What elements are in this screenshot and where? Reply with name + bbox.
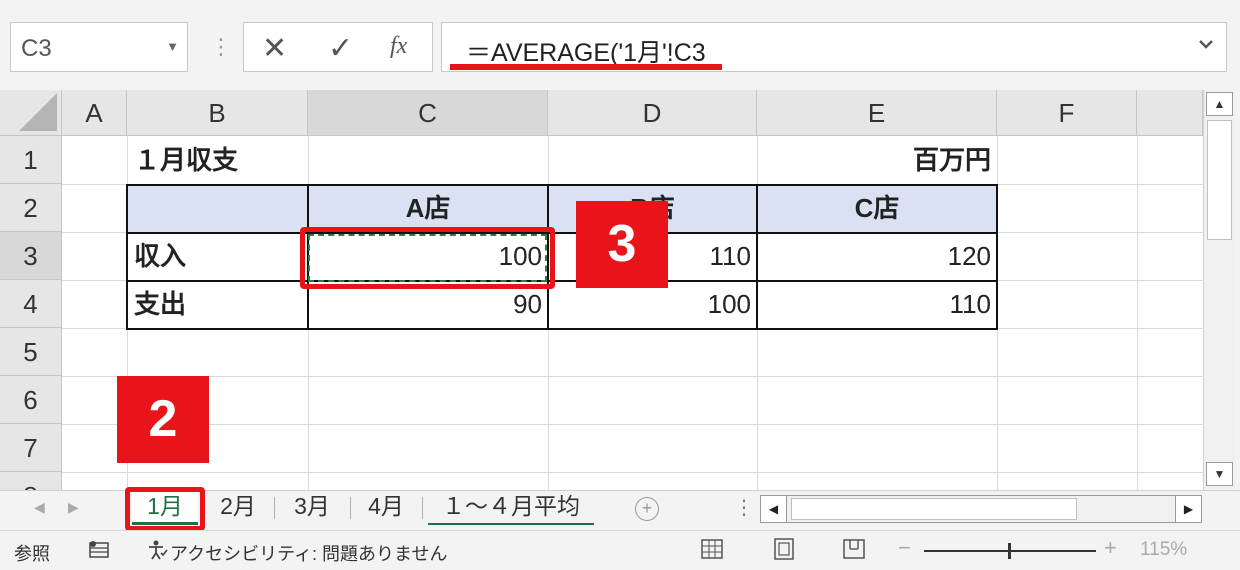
- step-2-badge: 2: [117, 376, 209, 463]
- tab-3gatsu[interactable]: 3月: [282, 491, 342, 525]
- status-mode: 参照: [14, 544, 50, 564]
- tab-prev-icon[interactable]: ◀: [34, 499, 45, 516]
- column-header-c[interactable]: C: [308, 90, 548, 136]
- normal-view-icon[interactable]: [700, 537, 724, 561]
- cell-e3[interactable]: 120: [757, 232, 997, 280]
- row-header-1[interactable]: 1: [0, 136, 62, 184]
- status-bar: 参照 アクセシビリティ: 問題ありません − + 115%: [0, 530, 1240, 570]
- select-all-corner[interactable]: [0, 90, 62, 136]
- accessibility-icon: [146, 539, 168, 566]
- horizontal-scrollbar[interactable]: ◀ ▶: [760, 495, 1202, 523]
- add-sheet-icon[interactable]: +: [635, 497, 659, 521]
- column-header-b[interactable]: B: [127, 90, 308, 136]
- sheet-tabs-bar: ◀ ▶ 1月 2月 3月 4月 １～４月平均 + ⋮ ◀ ▶: [0, 487, 1240, 531]
- tab-splitter-icon[interactable]: ⋮: [734, 495, 754, 520]
- row-header-8[interactable]: 8: [0, 472, 62, 490]
- highlight-box-c3: [300, 227, 555, 289]
- row-header-6[interactable]: 6: [0, 376, 62, 424]
- row-header-7[interactable]: 7: [0, 424, 62, 472]
- tab-2gatsu[interactable]: 2月: [208, 491, 268, 525]
- formula-bar: C3 ▼ ⋮ ✕ ✓ fx ＝AVERAGE('1月'!C3: [0, 0, 1240, 90]
- row-header-5[interactable]: 5: [0, 328, 62, 376]
- row-header-3[interactable]: 3: [0, 232, 62, 280]
- page-layout-view-icon[interactable]: [772, 537, 796, 561]
- cell-b3-label[interactable]: 収入: [127, 232, 308, 280]
- expand-formula-bar-icon[interactable]: [1198, 37, 1214, 55]
- column-header-g[interactable]: [1137, 90, 1203, 136]
- formula-highlight-underline: [450, 64, 722, 70]
- vertical-scrollbar[interactable]: ▲ ▼: [1203, 90, 1235, 490]
- scroll-up-icon[interactable]: ▲: [1206, 92, 1233, 116]
- highlight-box-tab: [125, 487, 205, 531]
- cell-b1-title[interactable]: １月収支: [127, 136, 308, 184]
- name-box[interactable]: C3 ▼: [10, 22, 188, 72]
- tab-next-icon[interactable]: ▶: [68, 499, 79, 516]
- name-box-value: C3: [21, 35, 52, 62]
- tab-4gatsu[interactable]: 4月: [356, 491, 416, 525]
- column-header-d[interactable]: D: [548, 90, 757, 136]
- column-header-e[interactable]: E: [757, 90, 997, 136]
- row-header-4[interactable]: 4: [0, 280, 62, 328]
- tab-average[interactable]: １～４月平均: [428, 491, 594, 525]
- formula-bar-separator: ⋮: [210, 34, 233, 59]
- row-header-2[interactable]: 2: [0, 184, 62, 232]
- cancel-icon[interactable]: ✕: [262, 31, 287, 66]
- cell-b4-label[interactable]: 支出: [127, 280, 308, 328]
- cell-e2-header[interactable]: C店: [757, 184, 997, 232]
- zoom-out-button[interactable]: −: [898, 535, 911, 561]
- zoom-slider-knob[interactable]: [1008, 543, 1011, 559]
- column-header-f[interactable]: F: [997, 90, 1137, 136]
- zoom-in-button[interactable]: +: [1104, 535, 1117, 561]
- worksheet-grid[interactable]: A B C D E F 1 2 3 4 5 6 7 8 １月収支 百万円 A店 …: [0, 90, 1203, 490]
- check-icon[interactable]: ✓: [328, 31, 353, 66]
- macro-record-icon[interactable]: [88, 540, 112, 560]
- accessibility-status[interactable]: アクセシビリティ: 問題ありません: [170, 540, 447, 566]
- formula-buttons: ✕ ✓ fx: [243, 22, 433, 72]
- zoom-percent[interactable]: 115%: [1140, 539, 1187, 561]
- chevron-down-icon[interactable]: ▼: [166, 39, 179, 54]
- scroll-down-icon[interactable]: ▼: [1206, 462, 1233, 486]
- column-header-a[interactable]: A: [62, 90, 127, 136]
- page-break-view-icon[interactable]: [842, 537, 866, 561]
- step-3-badge: 3: [576, 201, 668, 288]
- cell-e1-unit[interactable]: 百万円: [757, 136, 997, 184]
- horizontal-scroll-thumb[interactable]: [791, 498, 1077, 520]
- scroll-right-icon[interactable]: ▶: [1175, 496, 1201, 522]
- vertical-scroll-thumb[interactable]: [1207, 120, 1232, 240]
- scroll-left-icon[interactable]: ◀: [761, 496, 787, 522]
- insert-function-icon[interactable]: fx: [390, 33, 407, 60]
- cell-c2-header[interactable]: A店: [308, 184, 548, 232]
- cell-e4[interactable]: 110: [757, 280, 997, 328]
